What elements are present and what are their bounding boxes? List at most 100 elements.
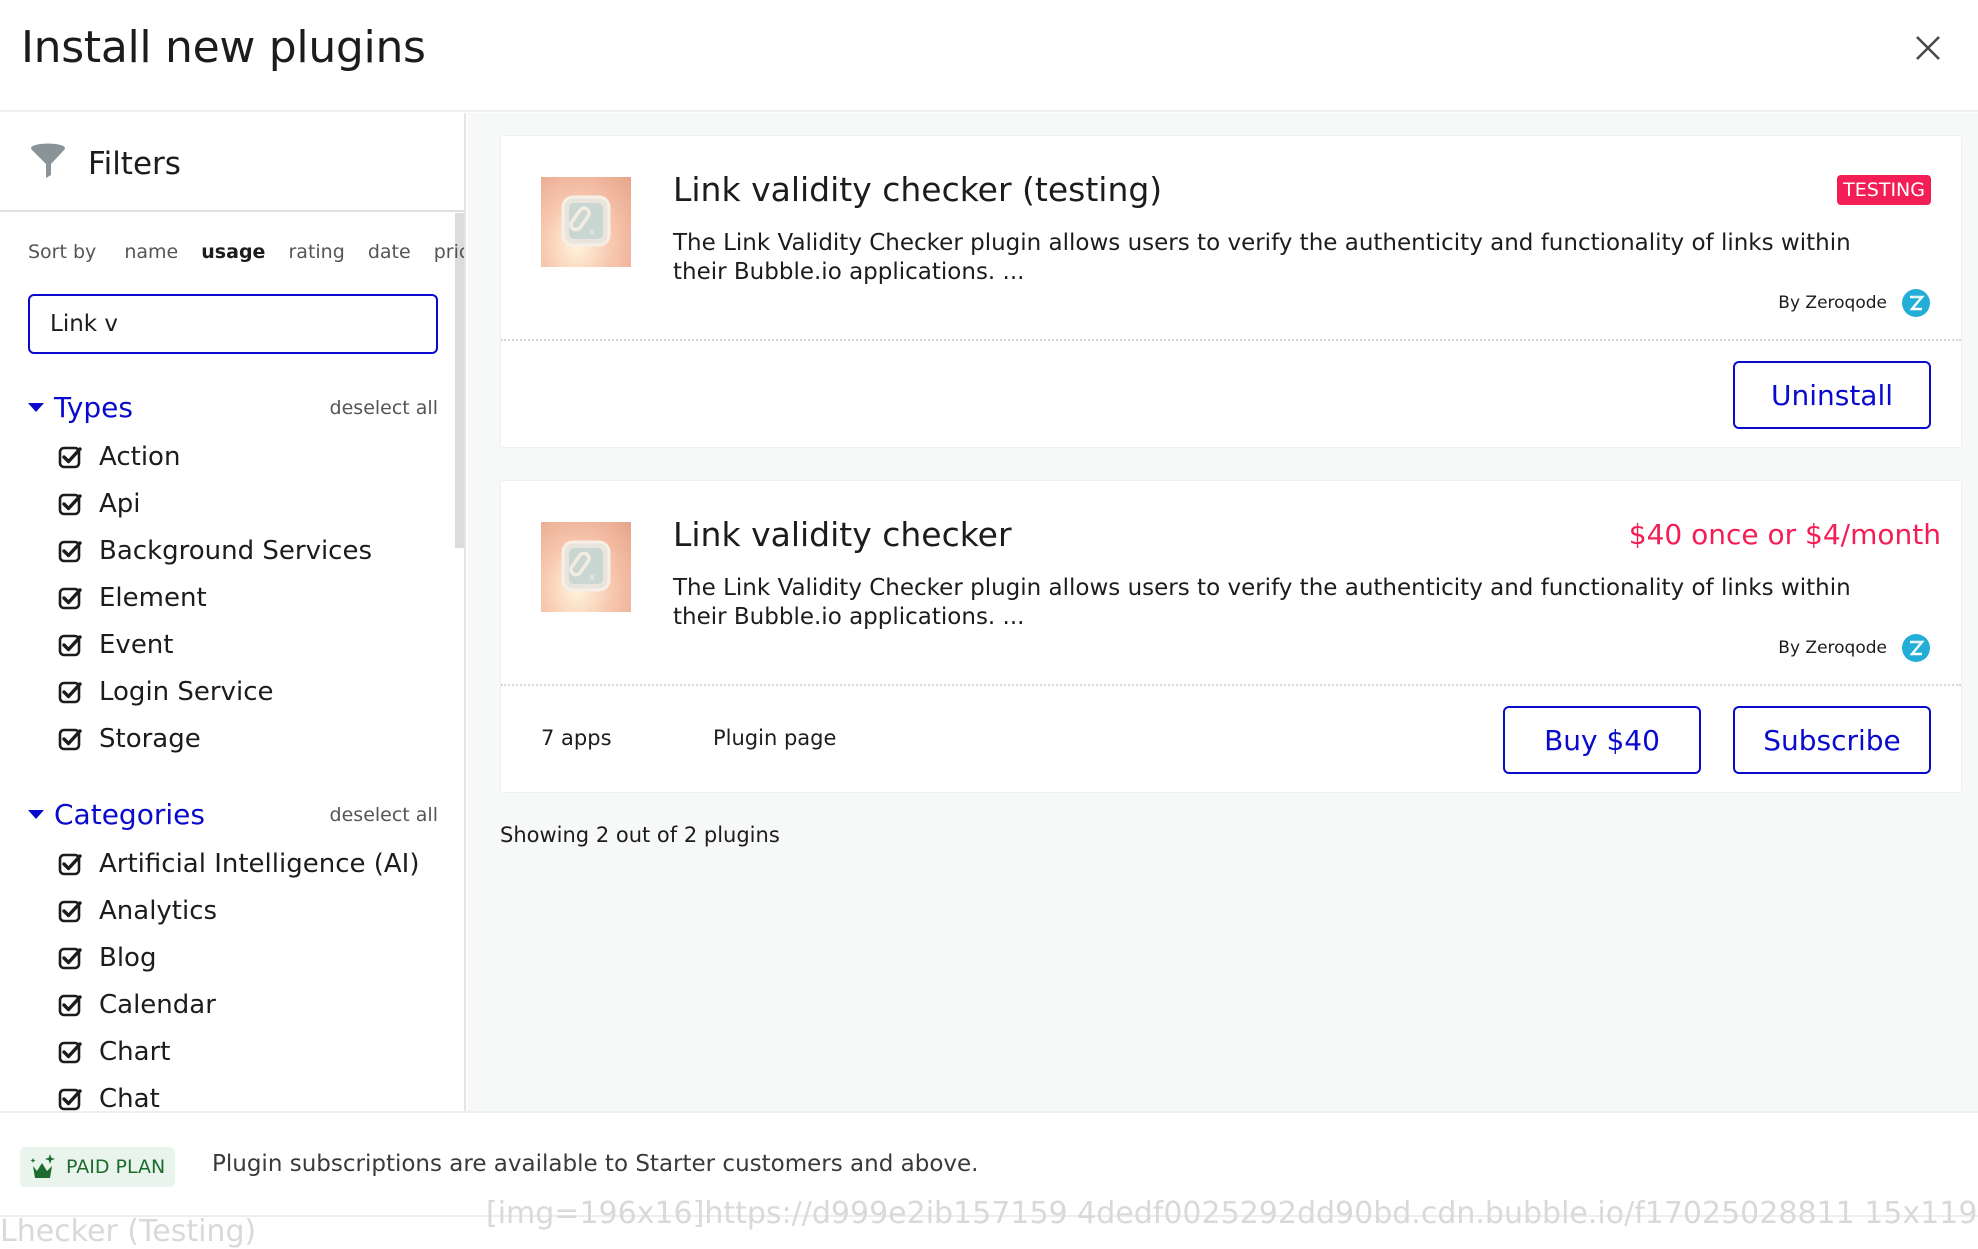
sort-option-rating[interactable]: rating	[288, 241, 344, 263]
plugin-card-actions: Uninstall	[501, 341, 1961, 447]
categories-checkbox-item[interactable]: Analytics	[58, 887, 448, 934]
crown-sparkle-icon	[30, 1154, 55, 1178]
sort-option-usage[interactable]: usage	[201, 241, 265, 263]
plugin-card: x Link validity checker (testing) TESTIN…	[500, 135, 1962, 448]
categories-checkbox-item[interactable]: Calendar	[58, 981, 448, 1028]
plugin-description: The Link Validity Checker plugin allows …	[673, 230, 1851, 285]
categories-checkbox-item[interactable]: Chart	[58, 1028, 448, 1075]
results-summary: Showing 2 out of 2 plugins	[500, 823, 780, 847]
plugin-results: x Link validity checker (testing) TESTIN…	[468, 113, 1978, 1111]
funnel-icon	[31, 143, 65, 178]
types-checkbox-item[interactable]: Login Service	[58, 668, 448, 715]
checkbox-checked-icon[interactable]	[58, 899, 82, 923]
link-icon: x	[561, 540, 611, 592]
plugin-author[interactable]: By Zeroqode	[1778, 288, 1931, 318]
subscribe-button[interactable]: Subscribe	[1733, 706, 1931, 774]
categories-checkbox-item[interactable]: Artificial Intelligence (AI)	[58, 840, 448, 887]
categories-checkbox-label: Calendar	[99, 989, 216, 1020]
filters-title: Filters	[88, 146, 181, 182]
categories-title[interactable]: Categories	[54, 798, 205, 831]
sort-by-row: Sort by name usage rating date price	[28, 241, 464, 263]
plugin-title[interactable]: Link validity checker	[673, 515, 1012, 554]
close-icon	[1916, 36, 1940, 60]
close-button[interactable]	[1908, 28, 1948, 68]
modal-title: Install new plugins	[21, 22, 426, 73]
types-deselect-all[interactable]: deselect all	[330, 397, 438, 419]
types-list: Action Api Background Services Element Event…	[58, 433, 448, 762]
install-plugins-modal: Install new plugins Filters Sort by name…	[0, 0, 1978, 1217]
checkbox-checked-icon[interactable]	[58, 539, 82, 563]
plugin-card: x Link validity checker $40 once or $4/m…	[500, 480, 1962, 793]
plugin-card-info: x Link validity checker (testing) TESTIN…	[501, 136, 1961, 341]
types-checkbox-label: Event	[99, 629, 174, 660]
sidebar-scrollbar-thumb[interactable]	[455, 213, 464, 548]
filters-header: Filters	[0, 113, 464, 212]
types-checkbox-item[interactable]: Event	[58, 621, 448, 668]
categories-checkbox-label: Artificial Intelligence (AI)	[99, 848, 420, 879]
categories-list: Artificial Intelligence (AI) Analytics Blo…	[58, 840, 448, 1111]
testing-badge: TESTING	[1837, 175, 1931, 205]
checkbox-checked-icon[interactable]	[58, 680, 82, 704]
caret-down-icon	[28, 403, 44, 412]
buy-button[interactable]: Buy $40	[1503, 706, 1701, 774]
plugin-page-link[interactable]: Plugin page	[713, 726, 836, 750]
types-checkbox-label: Element	[99, 582, 207, 613]
plugin-card-info: x Link validity checker $40 once or $4/m…	[501, 481, 1961, 686]
plugin-title[interactable]: Link validity checker (testing)	[673, 170, 1162, 209]
types-checkbox-label: Background Services	[99, 535, 373, 566]
categories-deselect-all[interactable]: deselect all	[330, 804, 438, 826]
categories-checkbox-label: Blog	[99, 942, 157, 973]
categories-checkbox-item[interactable]: Blog	[58, 934, 448, 981]
plugin-search-input[interactable]	[28, 294, 438, 354]
types-checkbox-item[interactable]: Background Services	[58, 527, 448, 574]
plugin-description: The Link Validity Checker plugin allows …	[673, 575, 1851, 630]
plugin-card-actions: 7 apps Plugin page Buy $40 Subscribe	[501, 686, 1961, 792]
checkbox-checked-icon[interactable]	[58, 492, 82, 516]
types-checkbox-item[interactable]: Element	[58, 574, 448, 621]
types-title[interactable]: Types	[54, 391, 133, 424]
sort-option-name[interactable]: name	[124, 241, 178, 263]
categories-checkbox-label: Chat	[99, 1083, 160, 1112]
plugin-author[interactable]: By Zeroqode	[1778, 633, 1931, 663]
checkbox-checked-icon[interactable]	[58, 1040, 82, 1064]
paid-plan-badge: PAID PLAN	[20, 1147, 176, 1187]
zeroqode-logo-icon	[1902, 289, 1930, 317]
categories-checkbox-label: Analytics	[99, 895, 218, 926]
sort-option-price[interactable]: price	[434, 241, 464, 263]
checkbox-checked-icon[interactable]	[58, 445, 82, 469]
filters-sidebar: Filters Sort by name usage rating date p…	[0, 113, 466, 1111]
types-checkbox-item[interactable]: Storage	[58, 715, 448, 762]
categories-checkbox-item[interactable]: Chat	[58, 1075, 448, 1111]
background-ghost-text: Lhecker (Testing)	[0, 1214, 257, 1249]
sort-option-date[interactable]: date	[368, 241, 411, 263]
checkbox-checked-icon[interactable]	[58, 586, 82, 610]
plugin-thumbnail[interactable]: x	[541, 177, 631, 267]
svg-text:x: x	[589, 227, 595, 238]
types-checkbox-label: Login Service	[99, 676, 274, 707]
types-checkbox-item[interactable]: Api	[58, 480, 448, 527]
types-checkbox-item[interactable]: Action	[58, 433, 448, 480]
modal-header: Install new plugins	[0, 0, 1978, 112]
types-checkbox-label: Api	[99, 488, 141, 519]
paid-plan-message: Plugin subscriptions are available to St…	[212, 1151, 979, 1177]
checkbox-checked-icon[interactable]	[58, 946, 82, 970]
categories-checkbox-label: Chart	[99, 1036, 171, 1067]
categories-section-header[interactable]: Categories deselect all	[28, 798, 438, 834]
apps-count: 7 apps	[541, 726, 612, 750]
sort-by-label: Sort by	[28, 241, 97, 263]
checkbox-checked-icon[interactable]	[58, 852, 82, 876]
types-checkbox-label: Storage	[99, 723, 201, 754]
checkbox-checked-icon[interactable]	[58, 727, 82, 751]
link-icon: x	[561, 195, 611, 247]
checkbox-checked-icon[interactable]	[58, 993, 82, 1017]
types-checkbox-label: Action	[99, 441, 181, 472]
checkbox-checked-icon[interactable]	[58, 1087, 82, 1111]
checkbox-checked-icon[interactable]	[58, 633, 82, 657]
types-section-header[interactable]: Types deselect all	[28, 391, 438, 427]
zeroqode-logo-icon	[1902, 634, 1930, 662]
author-name: By Zeroqode	[1778, 638, 1887, 658]
plugin-thumbnail[interactable]: x	[541, 522, 631, 612]
background-ghost-url: [img=196x16]https://d999e2ib157159 4dedf…	[486, 1196, 1978, 1231]
uninstall-button[interactable]: Uninstall	[1733, 361, 1931, 429]
author-name: By Zeroqode	[1778, 293, 1887, 313]
